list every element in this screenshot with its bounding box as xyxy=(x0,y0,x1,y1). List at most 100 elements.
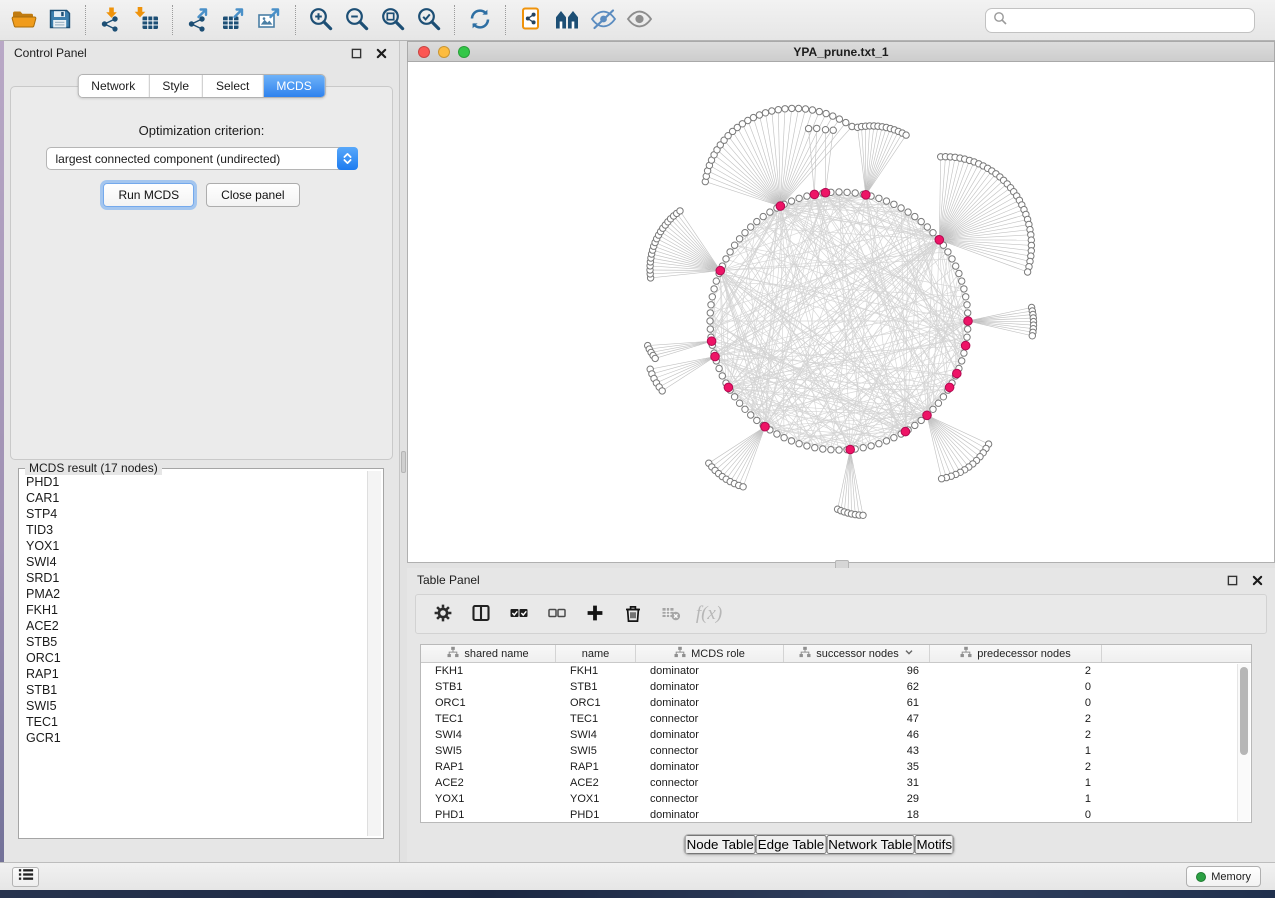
leaf-node[interactable] xyxy=(830,127,836,133)
ring-node[interactable] xyxy=(898,205,904,211)
ring-node[interactable] xyxy=(912,213,918,219)
zoom-in-button[interactable] xyxy=(303,3,339,37)
leaf-node[interactable] xyxy=(822,127,828,133)
ring-node[interactable] xyxy=(828,447,834,453)
mcds-node[interactable] xyxy=(901,427,910,436)
export-table-button[interactable] xyxy=(216,3,252,37)
table-row[interactable]: SWI5SWI5connector431 xyxy=(421,743,1251,759)
tab-edge-table[interactable]: Edge Table xyxy=(756,835,826,854)
leaf-node[interactable] xyxy=(938,476,944,482)
ring-node[interactable] xyxy=(760,213,766,219)
memory-button[interactable]: Memory xyxy=(1186,866,1261,887)
splitter-handle[interactable] xyxy=(401,451,406,473)
table-row[interactable]: RAP1RAP1dominator352 xyxy=(421,759,1251,775)
ring-node[interactable] xyxy=(930,406,936,412)
ring-node[interactable] xyxy=(963,294,969,300)
mcds-result-item[interactable]: TID3 xyxy=(26,522,360,538)
ring-node[interactable] xyxy=(754,417,760,423)
leaf-node[interactable] xyxy=(677,208,683,214)
float-panel-icon[interactable] xyxy=(1224,572,1240,588)
minimize-window-icon[interactable] xyxy=(438,46,450,58)
tab-network[interactable]: Network xyxy=(78,75,148,97)
ring-node[interactable] xyxy=(804,443,810,449)
float-panel-icon[interactable] xyxy=(348,45,364,61)
mcds-node[interactable] xyxy=(716,266,725,275)
ring-node[interactable] xyxy=(707,310,713,316)
leaf-node[interactable] xyxy=(860,512,866,518)
zoom-window-icon[interactable] xyxy=(458,46,470,58)
select-all-button[interactable] xyxy=(502,598,536,630)
ring-node[interactable] xyxy=(796,195,802,201)
leaf-node[interactable] xyxy=(795,105,801,111)
ring-node[interactable] xyxy=(748,412,754,418)
table-row[interactable]: SWI4SWI4dominator462 xyxy=(421,727,1251,743)
mcds-result-item[interactable]: TEC1 xyxy=(26,714,360,730)
ring-node[interactable] xyxy=(868,443,874,449)
ring-node[interactable] xyxy=(736,400,742,406)
column-header-mcds-role[interactable]: MCDS role xyxy=(636,645,784,662)
import-table-button[interactable] xyxy=(129,3,165,37)
leaf-node[interactable] xyxy=(659,388,665,394)
columns-button[interactable] xyxy=(464,598,498,630)
overview-button[interactable] xyxy=(549,3,585,37)
ring-node[interactable] xyxy=(964,302,970,308)
network-from-selection-button[interactable] xyxy=(513,3,549,37)
tab-mcds[interactable]: MCDS xyxy=(262,75,324,97)
ring-node[interactable] xyxy=(731,242,737,248)
leaf-node[interactable] xyxy=(750,114,756,120)
ring-node[interactable] xyxy=(707,326,713,332)
leaf-node[interactable] xyxy=(775,107,781,113)
mcds-node[interactable] xyxy=(761,422,770,431)
show-all-button[interactable] xyxy=(621,3,657,37)
ring-node[interactable] xyxy=(767,209,773,215)
mcds-node[interactable] xyxy=(821,188,830,197)
ring-node[interactable] xyxy=(959,358,965,364)
leaf-node[interactable] xyxy=(740,484,746,490)
zoom-out-button[interactable] xyxy=(339,3,375,37)
column-header-predecessor-nodes[interactable]: predecessor nodes xyxy=(930,645,1102,662)
ring-node[interactable] xyxy=(836,447,842,453)
ring-node[interactable] xyxy=(891,435,897,441)
mcds-result-item[interactable]: SRD1 xyxy=(26,570,360,586)
ring-node[interactable] xyxy=(713,278,719,284)
mcds-node[interactable] xyxy=(810,190,819,199)
ring-node[interactable] xyxy=(912,422,918,428)
ring-node[interactable] xyxy=(781,435,787,441)
ring-node[interactable] xyxy=(723,256,729,262)
ring-node[interactable] xyxy=(924,224,930,230)
leaf-node[interactable] xyxy=(814,125,820,131)
tab-select[interactable]: Select xyxy=(202,75,262,97)
ring-node[interactable] xyxy=(965,326,971,332)
leaf-node[interactable] xyxy=(756,112,762,118)
ring-node[interactable] xyxy=(956,270,962,276)
column-header-name[interactable]: name xyxy=(556,645,636,662)
ring-node[interactable] xyxy=(788,438,794,444)
mcds-result-item[interactable]: STB1 xyxy=(26,682,360,698)
tab-node-table[interactable]: Node Table xyxy=(685,835,756,854)
network-canvas[interactable] xyxy=(407,62,1275,563)
ring-node[interactable] xyxy=(940,394,946,400)
ring-node[interactable] xyxy=(953,263,959,269)
ring-node[interactable] xyxy=(844,189,850,195)
ring-node[interactable] xyxy=(731,394,737,400)
ring-node[interactable] xyxy=(860,445,866,451)
hide-selected-button[interactable] xyxy=(585,3,621,37)
mcds-node[interactable] xyxy=(846,445,855,454)
ring-node[interactable] xyxy=(709,294,715,300)
tab-motifs[interactable]: Motifs xyxy=(914,835,954,854)
table-row[interactable]: TEC1TEC1connector472 xyxy=(421,711,1251,727)
leaf-node[interactable] xyxy=(1029,333,1035,339)
ring-node[interactable] xyxy=(788,198,794,204)
tab-network-table[interactable]: Network Table xyxy=(826,835,914,854)
ring-node[interactable] xyxy=(876,441,882,447)
ring-node[interactable] xyxy=(965,310,971,316)
mcds-node[interactable] xyxy=(862,191,871,200)
run-mcds-button[interactable]: Run MCDS xyxy=(103,183,194,207)
close-panel-icon[interactable] xyxy=(1249,572,1265,588)
leaf-node[interactable] xyxy=(782,106,788,112)
mcds-result-item[interactable]: SWI4 xyxy=(26,554,360,570)
zoom-selected-button[interactable] xyxy=(411,3,447,37)
close-panel-button[interactable]: Close panel xyxy=(206,183,299,207)
ring-node[interactable] xyxy=(959,278,965,284)
network-titlebar[interactable]: YPA_prune.txt_1 xyxy=(407,41,1275,62)
